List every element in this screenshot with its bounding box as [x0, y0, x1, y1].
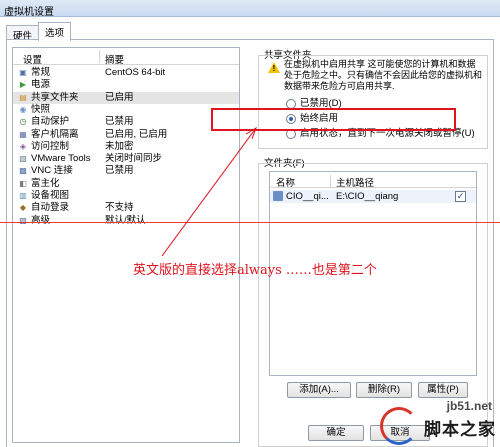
vnc-icon: ▩: [19, 166, 27, 176]
settings-list-header: 设置 摘要: [13, 48, 239, 66]
settings-item[interactable]: ▤ 共享文件夹 已启用: [13, 91, 239, 104]
column-separator: [330, 175, 331, 187]
add-folder-button[interactable]: 添加(A)...: [287, 382, 351, 398]
settings-item-summary: 不支持: [105, 202, 134, 214]
folder-row[interactable]: CIO__qi... E:\CIO__qiang ✓: [270, 190, 476, 203]
settings-item-name: 客户机隔离: [31, 128, 79, 140]
remove-folder-button[interactable]: 删除(R): [356, 382, 412, 398]
watermark-site: jb51.net: [446, 399, 492, 413]
column-separator: [99, 50, 100, 63]
settings-item[interactable]: ▦ 客户机隔离 已启用, 已启用: [13, 129, 239, 141]
vmware-tools-icon: ▧: [19, 154, 27, 164]
access-control-icon: ◈: [19, 141, 27, 151]
folder-enabled-checkbox[interactable]: ✓: [455, 191, 466, 202]
settings-item[interactable]: ◈ 访问控制 未加密: [13, 141, 239, 153]
settings-item-name: VMware Tools: [31, 153, 91, 165]
settings-item-name: 设备视图: [31, 190, 70, 201]
tab-options[interactable]: 选项: [38, 22, 72, 41]
settings-item-name: 电源: [31, 79, 51, 91]
folder-icon: [273, 191, 283, 201]
folder-properties-button[interactable]: 属性(P): [418, 382, 468, 398]
settings-item-summary: 已启用, 已启用: [105, 128, 168, 140]
settings-item[interactable]: ▥ 设备视图: [13, 190, 239, 202]
settings-item-name: 自动登录: [31, 202, 70, 214]
settings-item-name: 访问控制: [31, 140, 70, 152]
shared-folder-icon: ▤: [19, 92, 27, 102]
settings-item[interactable]: ◷ 自动保护 已禁用: [13, 116, 239, 128]
settings-item-name: 共享文件夹: [31, 91, 79, 103]
window-title: 虚拟机设置: [4, 7, 54, 18]
title-bar: 虚拟机设置: [0, 0, 500, 18]
watermark-logo: jb51.net 脚本之家: [378, 399, 498, 445]
settings-item[interactable]: ▧ VMware Tools 关闭时间同步: [13, 153, 239, 165]
device-view-icon: ▥: [19, 191, 27, 200]
settings-item-name: 常规: [31, 67, 51, 78]
settings-item[interactable]: ▨ 高级 默认/默认: [13, 215, 239, 227]
autoprotect-icon: ◷: [19, 117, 27, 127]
settings-item[interactable]: ▣ 常规 CentOS 64-bit: [13, 67, 239, 79]
warning-icon-mark: !: [272, 64, 276, 73]
settings-item-summary: 已禁用: [105, 165, 134, 177]
settings-list[interactable]: 设置 摘要 ▣ 常规 CentOS 64-bit ▶ 电源 ▤ 共享文件夹 已启用 ◉ 快照 ◷ 自动…: [12, 47, 240, 443]
annotation-line: [0, 222, 500, 223]
settings-item-name: 快照: [31, 103, 51, 115]
column-header-setting[interactable]: 设置: [23, 52, 42, 66]
folder-name: CIO__qi...: [286, 191, 329, 202]
power-icon: ▶: [19, 80, 27, 90]
folders-list-header: 名称 主机路径: [270, 172, 476, 189]
settings-item-name: 高级: [31, 214, 51, 226]
snapshot-icon: ◉: [19, 104, 27, 114]
settings-item-summary: 关闭时间同步: [105, 153, 163, 165]
settings-item-summary: 未加密: [105, 140, 134, 152]
isolation-icon: ▦: [19, 129, 27, 139]
annotation-text: 英文版的直接选择always ……也是第二个: [133, 263, 377, 278]
settings-item[interactable]: ▩ VNC 连接 已禁用: [13, 165, 239, 177]
watermark-name: 脚本之家: [424, 420, 496, 439]
settings-item[interactable]: ▶ 电源: [13, 79, 239, 91]
settings-item-name: VNC 连接: [31, 165, 73, 177]
advanced-icon: ▨: [19, 215, 27, 225]
general-icon: ▣: [19, 68, 27, 77]
warning-text: 在虚拟机中启用共享 这可能使您的计算机和数据处于危险之中。只有确信不会因此给您的…: [284, 59, 483, 91]
watermark-swirl-icon: [380, 407, 418, 445]
autologin-icon: ◆: [19, 203, 27, 213]
ok-button[interactable]: 确定: [308, 425, 364, 441]
settings-item-summary: 默认/默认: [105, 214, 146, 226]
column-header-summary[interactable]: 摘要: [105, 52, 124, 66]
settings-item[interactable]: ◆ 自动登录 不支持: [13, 202, 239, 214]
settings-item-summary: 已启用: [105, 91, 134, 103]
settings-item[interactable]: ◧ 富主化: [13, 178, 239, 190]
unity-icon: ◧: [19, 178, 27, 188]
settings-item[interactable]: ◉ 快照: [13, 104, 239, 116]
settings-item-name: 自动保护: [31, 116, 70, 128]
settings-item-summary: CentOS 64-bit: [105, 67, 166, 78]
settings-item-summary: 已禁用: [105, 116, 134, 128]
settings-item-name: 富主化: [31, 177, 60, 189]
folder-host-path: E:\CIO__qiang: [336, 191, 399, 202]
tab-hardware[interactable]: 硬件: [6, 25, 40, 42]
tab-strip: 硬件 选项: [0, 22, 500, 42]
highlight-box: [211, 108, 456, 131]
column-header-name[interactable]: 名称: [276, 175, 295, 189]
column-header-host-path[interactable]: 主机路径: [336, 175, 374, 189]
